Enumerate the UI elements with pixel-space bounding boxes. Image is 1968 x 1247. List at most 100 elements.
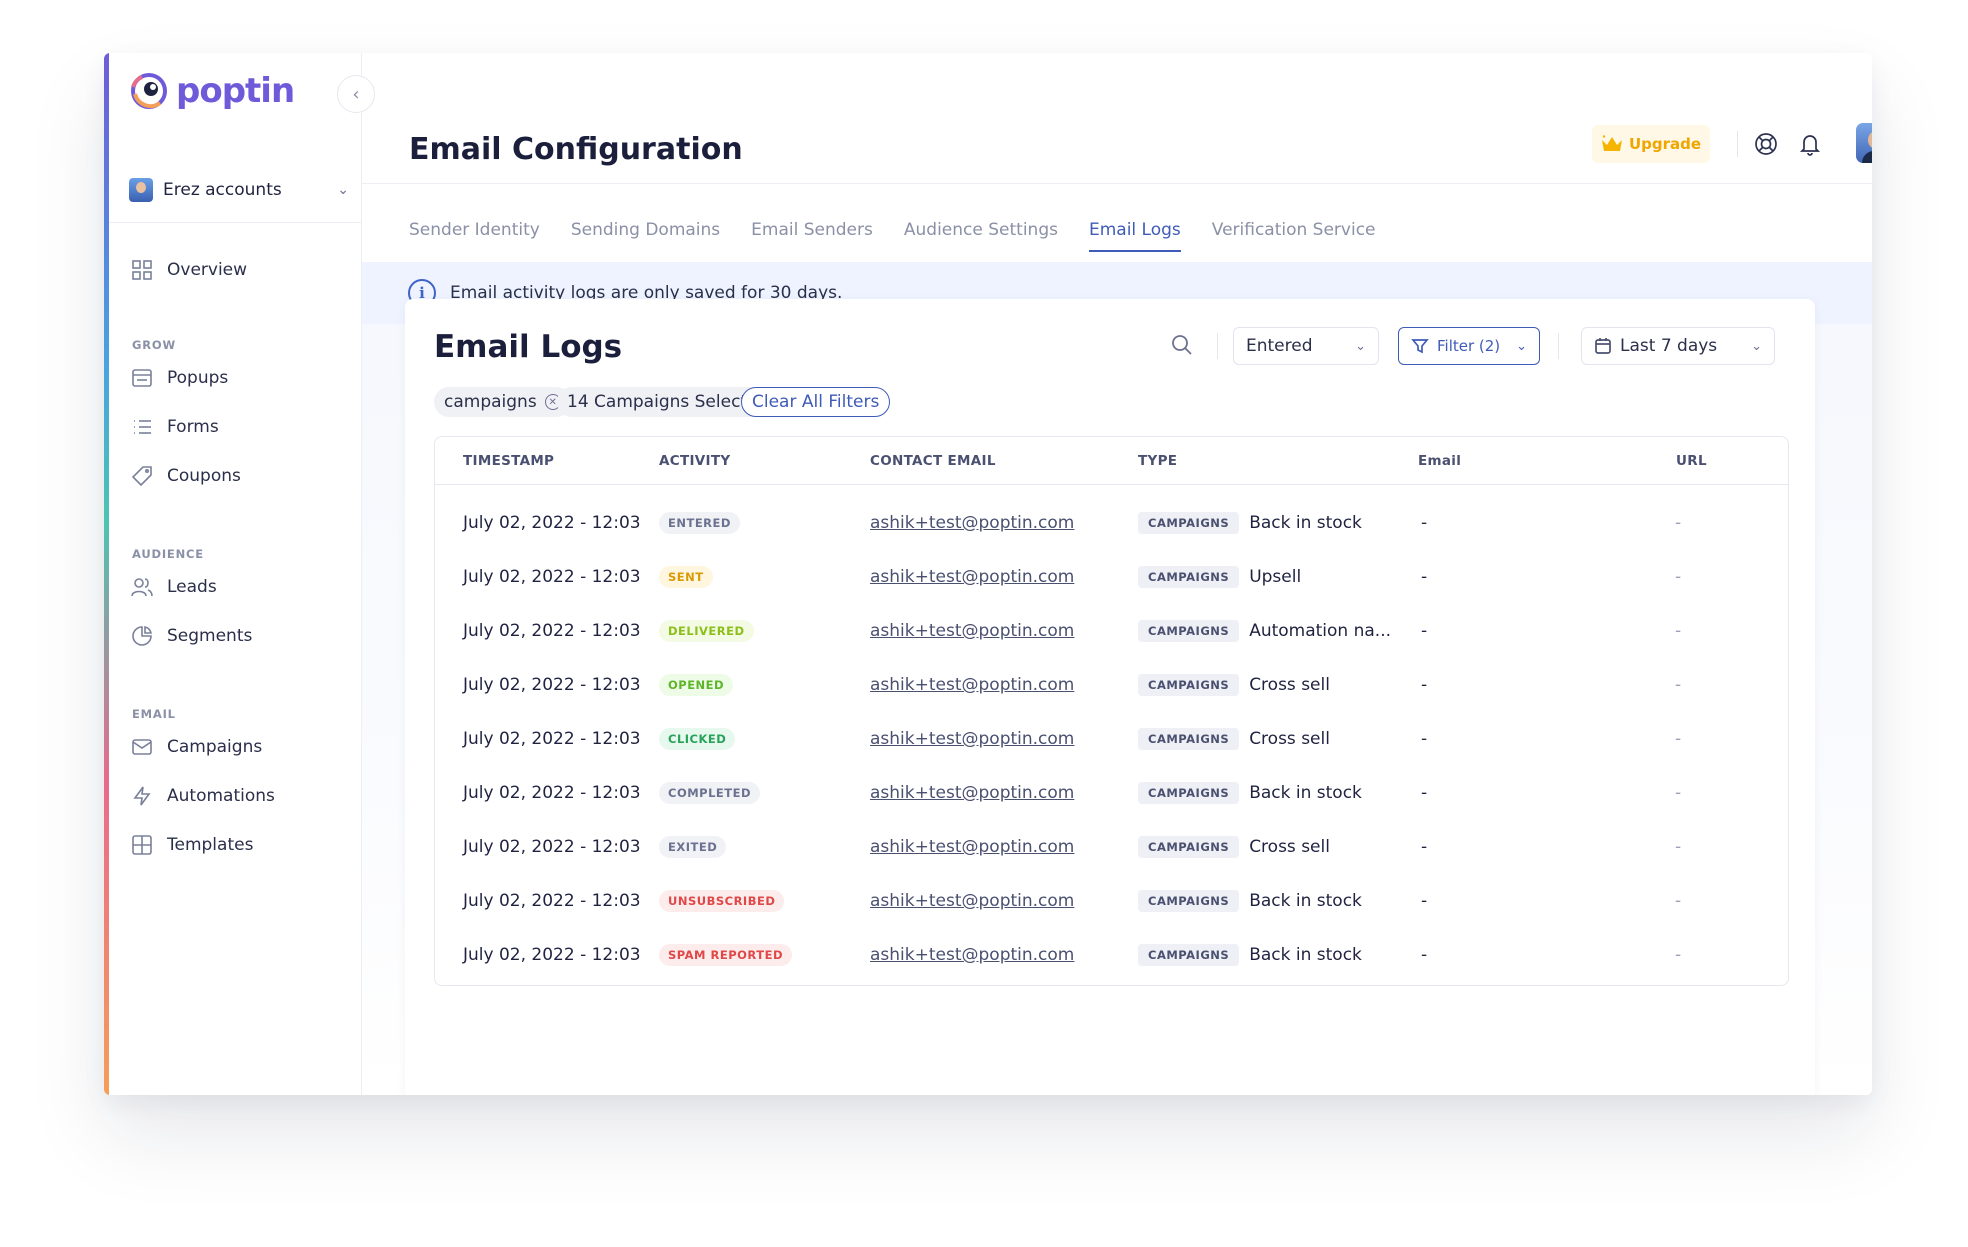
card-title: Email Logs [434, 329, 623, 365]
activity-badge: CLICKED [659, 728, 736, 750]
logo[interactable]: poptin [130, 71, 295, 111]
sidebar-item-overview[interactable]: Overview [131, 256, 247, 284]
campaign-name: Back in stock [1249, 783, 1362, 803]
type-badge: CAMPAIGNS [1138, 782, 1240, 804]
tag-icon [131, 465, 153, 487]
tab-verification-service[interactable]: Verification Service [1212, 220, 1376, 252]
campaign-name: Back in stock [1249, 945, 1362, 965]
sidebar-item-templates[interactable]: Templates [131, 831, 253, 859]
type-badge: CAMPAIGNS [1138, 620, 1240, 642]
contact-email-link[interactable]: ashik+test@poptin.com [870, 729, 1074, 749]
column-header-contact-email[interactable]: CONTACT EMAIL [870, 453, 996, 469]
url-value: - [1675, 567, 1682, 587]
sidebar-item-label: Coupons [167, 466, 241, 486]
table-row[interactable]: July 02, 2022 - 12:03 CLICKED ashik+test@p… [435, 712, 1788, 766]
account-switcher[interactable]: Erez accounts ⌄ [129, 175, 349, 205]
type-badge: CAMPAIGNS [1138, 566, 1240, 588]
column-header-type[interactable]: TYPE [1138, 453, 1177, 469]
activity-cell: SPAM REPORTED [659, 928, 793, 982]
timestamp: July 02, 2022 - 12:03 [463, 621, 641, 641]
sidebar-divider [109, 222, 362, 223]
crown-icon [1601, 135, 1622, 151]
column-header-activity[interactable]: ACTIVITY [659, 453, 730, 469]
sidebar-item-coupons[interactable]: Coupons [131, 462, 241, 490]
timestamp-cell: July 02, 2022 - 12:03 [463, 604, 641, 658]
contact-email-link[interactable]: ashik+test@poptin.com [870, 837, 1074, 857]
type-badge: CAMPAIGNS [1138, 728, 1240, 750]
date-range-dropdown[interactable]: Last 7 days ⌄ [1581, 327, 1775, 365]
notifications-button[interactable] [1797, 131, 1823, 157]
url-cell: - [1675, 550, 1681, 604]
sidebar: poptin Erez accounts ⌄ Overview GROW Pop… [109, 53, 362, 1095]
clear-all-filters-button[interactable]: Clear All Filters [741, 387, 891, 417]
table-row[interactable]: July 02, 2022 - 12:03 ENTERED ashik+test@p… [435, 496, 1788, 550]
activity-dropdown-value: Entered [1246, 336, 1313, 356]
table-row[interactable]: July 02, 2022 - 12:03 UNSUBSCRIBED ashik+t… [435, 874, 1788, 928]
email-value: - [1421, 513, 1428, 533]
search-icon [1172, 335, 1192, 355]
tab-email-logs[interactable]: Email Logs [1088, 220, 1181, 252]
tab-sender-identity[interactable]: Sender Identity [409, 220, 540, 252]
email-cell: - [1421, 928, 1427, 982]
table-row[interactable]: July 02, 2022 - 12:03 COMPLETED ashik+test… [435, 766, 1788, 820]
column-header-url[interactable]: URL [1676, 453, 1707, 469]
account-avatar [129, 178, 153, 202]
collapse-sidebar-button[interactable]: ‹ [337, 75, 375, 113]
contact-email-link[interactable]: ashik+test@poptin.com [870, 675, 1074, 695]
timestamp-cell: July 02, 2022 - 12:03 [463, 874, 641, 928]
table-row[interactable]: July 02, 2022 - 12:03 SENT ashik+test@popt… [435, 550, 1788, 604]
type-cell: CAMPAIGNS Cross sell [1138, 820, 1330, 874]
table-row[interactable]: July 02, 2022 - 12:03 EXITED ashik+test@po… [435, 820, 1788, 874]
table-row[interactable]: July 02, 2022 - 12:03 DELIVERED ashik+test… [435, 604, 1788, 658]
popup-window-icon [131, 367, 153, 389]
url-value: - [1675, 891, 1682, 911]
type-cell: CAMPAIGNS Automation na... [1138, 604, 1391, 658]
filter-button[interactable]: Filter (2) ⌄ [1398, 327, 1540, 365]
type-cell: CAMPAIGNS Back in stock [1138, 874, 1362, 928]
contact-email-link[interactable]: ashik+test@poptin.com [870, 891, 1074, 911]
campaign-name: Back in stock [1249, 513, 1362, 533]
column-header-timestamp[interactable]: TIMESTAMP [463, 453, 554, 469]
search-button[interactable] [1170, 333, 1196, 359]
sidebar-item-leads[interactable]: Leads [131, 573, 217, 601]
sidebar-item-campaigns[interactable]: Campaigns [131, 733, 262, 761]
sidebar-item-forms[interactable]: Forms [131, 413, 219, 441]
contact-email-link[interactable]: ashik+test@poptin.com [870, 783, 1074, 803]
table-row[interactable]: July 02, 2022 - 12:03 SPAM REPORTED ashik+… [435, 928, 1788, 982]
app-window: poptin Erez accounts ⌄ Overview GROW Pop… [104, 53, 1872, 1095]
contact-email-link[interactable]: ashik+test@poptin.com [870, 621, 1074, 641]
email-value: - [1421, 567, 1428, 587]
timestamp: July 02, 2022 - 12:03 [463, 891, 641, 911]
user-avatar[interactable] [1856, 123, 1872, 163]
sidebar-item-segments[interactable]: Segments [131, 622, 252, 650]
type-cell: CAMPAIGNS Cross sell [1138, 712, 1330, 766]
contact-email-link[interactable]: ashik+test@poptin.com [870, 945, 1074, 965]
tab-sending-domains[interactable]: Sending Domains [571, 220, 720, 252]
email-cell: - [1421, 766, 1427, 820]
tab-audience-settings[interactable]: Audience Settings [904, 220, 1058, 252]
filter-label: Filter (2) [1437, 337, 1501, 355]
sidebar-item-automations[interactable]: Automations [131, 782, 275, 810]
section-label-audience: AUDIENCE [132, 547, 204, 561]
help-button[interactable] [1753, 131, 1779, 157]
header-divider [362, 183, 1872, 184]
campaign-name: Cross sell [1249, 675, 1330, 695]
contact-email-link[interactable]: ashik+test@poptin.com [870, 567, 1074, 587]
timestamp-cell: July 02, 2022 - 12:03 [463, 766, 641, 820]
contact-email-link[interactable]: ashik+test@poptin.com [870, 513, 1074, 533]
upgrade-button[interactable]: Upgrade [1592, 125, 1710, 163]
table-row[interactable]: July 02, 2022 - 12:03 OPENED ashik+test@po… [435, 658, 1788, 712]
upgrade-label: Upgrade [1628, 135, 1702, 153]
chevron-down-icon: ⌄ [1751, 338, 1762, 354]
timestamp-cell: July 02, 2022 - 12:03 [463, 712, 641, 766]
campaign-name: Upsell [1249, 567, 1302, 587]
activity-dropdown[interactable]: Entered ⌄ [1233, 327, 1379, 365]
contact-email-cell: ashik+test@poptin.com [870, 766, 1074, 820]
activity-badge: SENT [659, 566, 713, 588]
column-header-email[interactable]: Email [1418, 453, 1461, 469]
sidebar-item-popups[interactable]: Popups [131, 364, 228, 392]
url-cell: - [1675, 928, 1681, 982]
filter-chip-campaigns[interactable]: campaigns ✕ [434, 387, 571, 417]
tab-email-senders[interactable]: Email Senders [751, 220, 873, 252]
sidebar-item-label: Popups [167, 368, 229, 388]
